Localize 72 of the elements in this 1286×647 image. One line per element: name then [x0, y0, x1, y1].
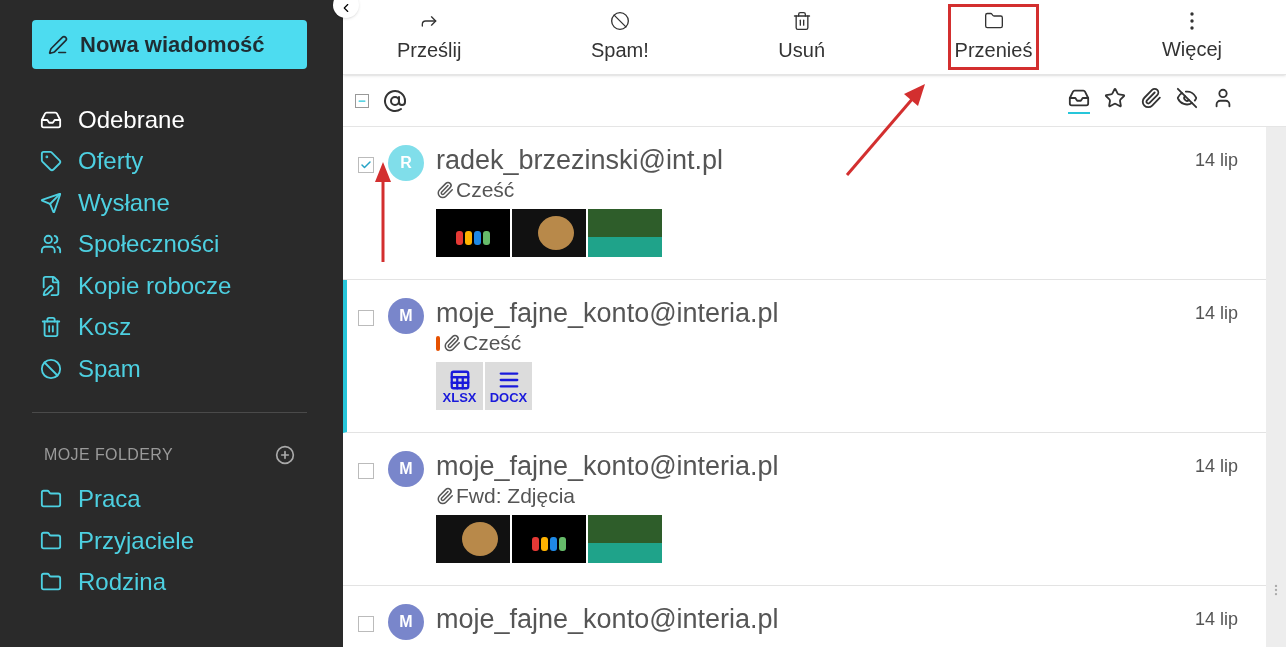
- ban-icon: [40, 357, 62, 380]
- message-subject: Cześć: [456, 177, 515, 204]
- sidebar-item[interactable]: Kopie robocze: [32, 265, 307, 307]
- paperclip-icon: [1140, 87, 1162, 109]
- trash-icon: [791, 11, 812, 31]
- inbox-icon: [1068, 87, 1090, 109]
- message-date: 14 lip: [1194, 149, 1238, 172]
- file-type-label: XLSX: [442, 390, 477, 404]
- toolbar-button[interactable]: Spam!: [587, 7, 653, 67]
- toolbar-button[interactable]: Przenieś: [950, 7, 1037, 67]
- tag-icon: [40, 150, 62, 173]
- message-row[interactable]: M moje_fajne_konto@interia.pl Cześć XLSX DOCX 14 lip: [343, 280, 1266, 433]
- toolbar-button[interactable]: Prześlij: [393, 7, 466, 67]
- draft-icon: [40, 274, 62, 297]
- sidebar-item[interactable]: Spam: [32, 348, 307, 390]
- message-date: 14 lip: [1194, 608, 1238, 631]
- sidebar-item[interactable]: Społeczności: [32, 223, 307, 265]
- avatar: M: [388, 604, 424, 640]
- folder-item[interactable]: Praca: [32, 478, 307, 520]
- sidebar-item[interactable]: Wysłane: [32, 182, 307, 224]
- toolbar-button[interactable]: Więcej: [1157, 8, 1226, 66]
- message-date: 14 lip: [1194, 302, 1238, 325]
- photo-thumbnail[interactable]: [588, 515, 662, 563]
- spreadsheet-icon: [448, 368, 471, 391]
- sender-address: moje_fajne_konto@interia.pl: [436, 604, 780, 634]
- section-heading: MOJE FOLDERY: [44, 444, 173, 465]
- trash-icon: [40, 316, 62, 339]
- at-sign-icon[interactable]: [383, 88, 407, 113]
- photo-thumbnail[interactable]: [512, 209, 586, 257]
- message-date: 14 lip: [1194, 455, 1238, 478]
- file-attachment[interactable]: DOCX: [485, 362, 532, 410]
- paper-plane-icon: [40, 191, 62, 214]
- message-checkbox[interactable]: [358, 157, 374, 173]
- message-row[interactable]: M moje_fajne_konto@interia.pl 14 lip: [343, 586, 1266, 647]
- photo-thumbnail[interactable]: [512, 515, 586, 563]
- message-row[interactable]: M moje_fajne_konto@interia.pl Fwd: Zdjęcia 14 lip: [343, 433, 1266, 586]
- toolbar-button[interactable]: Usuń: [774, 7, 830, 67]
- avatar: M: [388, 298, 424, 334]
- sender-address: radek_brzezinski@int.pl: [436, 145, 725, 175]
- photo-thumbnail[interactable]: [436, 515, 510, 563]
- message-checkbox[interactable]: [358, 463, 374, 479]
- folder-icon: [983, 11, 1004, 31]
- folder-item[interactable]: Przyjaciele: [32, 520, 307, 562]
- add-folder-icon[interactable]: [275, 444, 295, 465]
- avatar: M: [388, 451, 424, 487]
- check-icon: [360, 159, 372, 171]
- message-checkbox[interactable]: [358, 310, 374, 326]
- more-icon: [1189, 12, 1194, 30]
- folder-item[interactable]: Rodzina: [32, 561, 307, 603]
- message-row[interactable]: R radek_brzezinski@int.pl Cześć 14 lip: [343, 127, 1266, 280]
- ban-icon: [609, 11, 630, 31]
- people-icon: [40, 233, 62, 256]
- photo-thumbnail[interactable]: [436, 209, 510, 257]
- file-attachment[interactable]: XLSX: [436, 362, 483, 410]
- file-type-label: DOCX: [489, 390, 528, 404]
- avatar: R: [388, 145, 424, 181]
- sender-address: moje_fajne_konto@interia.pl: [436, 298, 780, 328]
- select-all-checkbox[interactable]: [355, 93, 369, 108]
- compose-button[interactable]: Nowa wiadomość: [32, 20, 307, 69]
- message-subject: Cześć: [463, 330, 522, 357]
- message-subject: Fwd: Zdjęcia: [456, 483, 576, 510]
- sidebar-item[interactable]: Oferty: [32, 140, 307, 182]
- photo-thumbnail[interactable]: [588, 209, 662, 257]
- pen-icon: [48, 34, 68, 55]
- sidebar-item[interactable]: Kosz: [32, 306, 307, 348]
- message-checkbox[interactable]: [358, 616, 374, 632]
- filter-tab[interactable]: [1068, 87, 1090, 114]
- sidebar-item[interactable]: Odebrane: [32, 99, 307, 141]
- folder-icon: [40, 529, 62, 552]
- eye-off-icon: [1176, 87, 1198, 109]
- sender-address: moje_fajne_konto@interia.pl: [436, 451, 780, 481]
- star-icon: [1104, 87, 1126, 109]
